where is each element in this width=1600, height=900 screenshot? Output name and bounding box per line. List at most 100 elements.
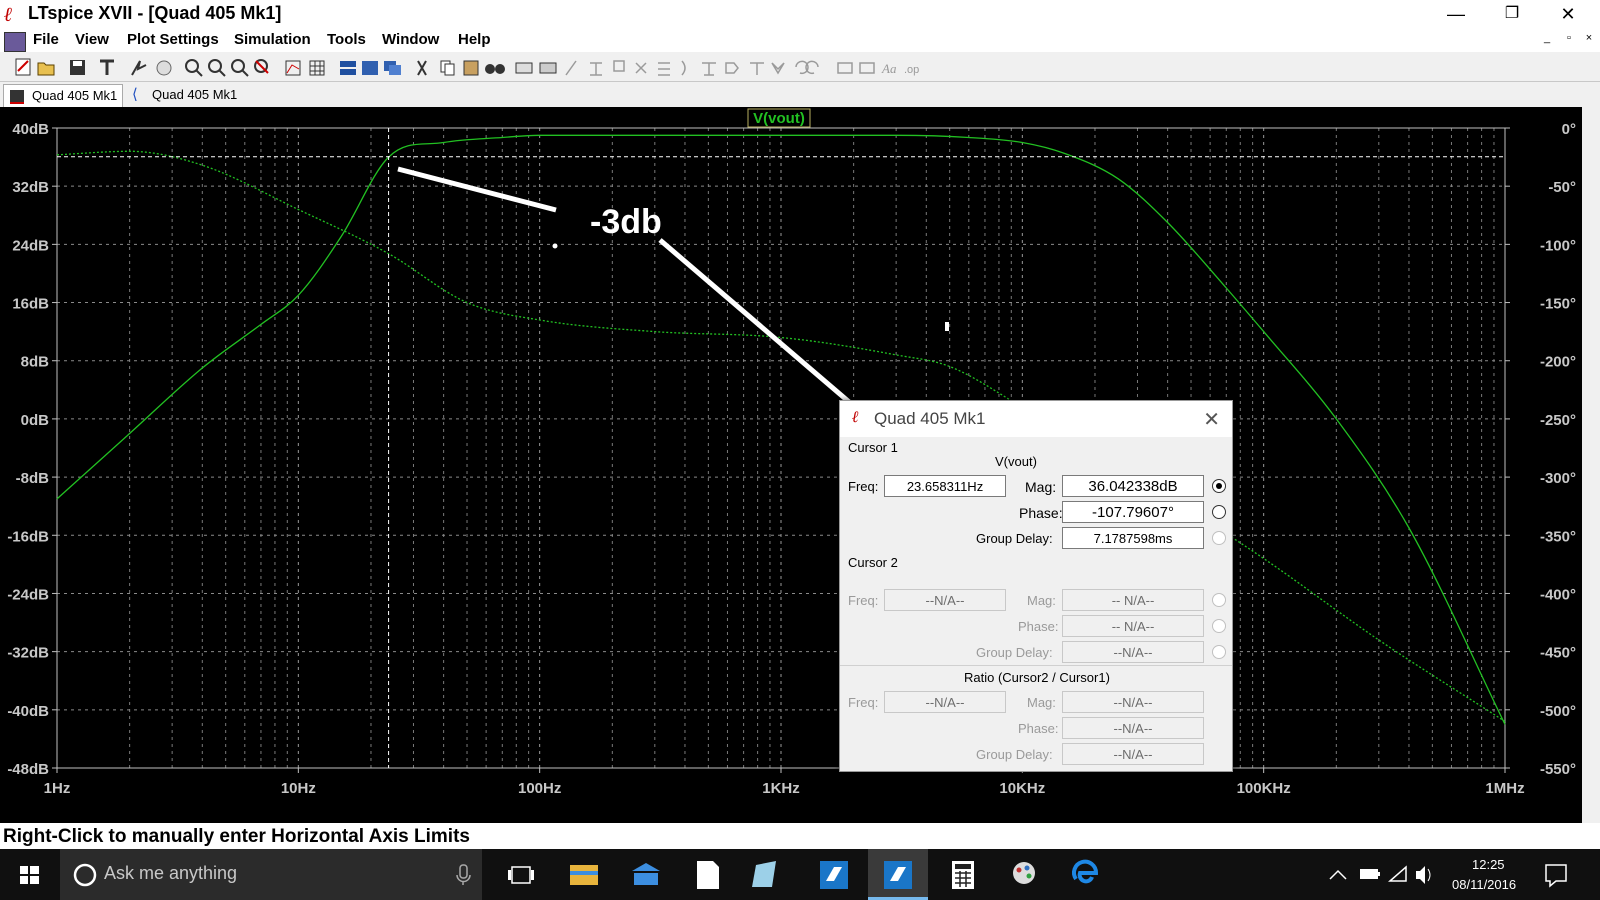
right-tick-label: -150°	[1540, 296, 1576, 313]
ltspice-xvii-icon[interactable]	[884, 861, 912, 889]
minimize-button[interactable]: —	[1428, 0, 1484, 30]
pan-icon[interactable]	[156, 60, 172, 76]
ltspice-iv-icon[interactable]	[820, 861, 848, 889]
zoom-fit-icon[interactable]	[254, 59, 269, 74]
start-icon[interactable]	[20, 866, 39, 884]
zoom-out-icon[interactable]	[231, 59, 249, 77]
battery-icon[interactable]	[1360, 869, 1380, 879]
dialog-close-button[interactable]: ✕	[1203, 407, 1220, 432]
cursor1-label: Cursor 1	[848, 440, 898, 455]
menu-view[interactable]: View	[75, 31, 109, 48]
print-icon[interactable]	[539, 62, 557, 74]
mdi-close-icon[interactable]: ×	[1580, 32, 1598, 48]
trace-label[interactable]: V(vout)	[753, 110, 805, 127]
ratio-label: Ratio (Cursor2 / Cursor1)	[964, 670, 1110, 685]
spice-directive-icon: .op	[904, 64, 919, 76]
close-button[interactable]: ✕	[1540, 0, 1596, 30]
left-tick-label: 8dB	[21, 354, 50, 371]
right-tick-label: -450°	[1540, 645, 1576, 662]
cascade-icon[interactable]	[384, 61, 401, 75]
mdi-restore-icon[interactable]: ▫	[1560, 32, 1578, 48]
group-delay-radio[interactable]	[1212, 531, 1226, 545]
plot-canvas[interactable]: 40dB 32dB 24dB 16dB 8dB 0dB -8dB -16dB -24dB -32d…	[0, 107, 1582, 823]
notes-app-icon[interactable]	[752, 861, 776, 887]
left-tick-label: -8dB	[16, 470, 50, 487]
paste-icon[interactable]	[463, 60, 479, 76]
zoom-area-icon[interactable]	[208, 59, 226, 77]
left-tick-label: 32dB	[12, 179, 49, 196]
wifi-icon[interactable]	[1388, 865, 1407, 882]
calculator-icon[interactable]	[952, 861, 974, 889]
x-axis[interactable]: 1Hz 10Hz 100Hz 1KHz 10KHz 100KHz 1MHz	[44, 768, 1525, 797]
document-icon[interactable]	[4, 32, 26, 52]
open-icon[interactable]	[37, 62, 55, 76]
clock-date[interactable]: 08/11/2016	[1452, 877, 1516, 892]
save-icon[interactable]	[70, 60, 85, 75]
tab-schematic[interactable]: ⟨ Quad 405 Mk1	[126, 84, 244, 106]
cursor1-mag-field[interactable]: 36.042338dB	[1062, 475, 1204, 497]
file-explorer-icon[interactable]	[570, 865, 598, 885]
left-tick-label: 16dB	[12, 296, 49, 313]
vertical-scrollbar[interactable]	[1582, 107, 1600, 823]
document-app-icon[interactable]	[697, 861, 719, 889]
menu-tools[interactable]: Tools	[327, 31, 366, 48]
schematic-icon: ⟨	[132, 86, 138, 103]
tile-vertical-icon[interactable]	[362, 61, 378, 75]
mdi-minimize-icon[interactable]: _	[1538, 32, 1556, 48]
clock-time[interactable]: 12:25	[1472, 857, 1505, 872]
x-tick-label: 100KHz	[1237, 780, 1291, 797]
cursor1-group-delay-field[interactable]: 7.1787598ms	[1062, 527, 1204, 549]
cursor2-group-delay-radio	[1212, 645, 1226, 659]
cursor1-phase-field[interactable]: -107.79607°	[1062, 501, 1204, 523]
x-tick-label: 10Hz	[281, 780, 316, 797]
new-schematic-icon[interactable]	[15, 58, 31, 76]
left-tick-label: -16dB	[7, 528, 49, 545]
mag-radio[interactable]	[1212, 479, 1226, 493]
cursor2-phase-radio	[1212, 619, 1226, 633]
x-tick-label: 10KHz	[999, 780, 1045, 797]
copy-icon[interactable]	[440, 60, 455, 76]
cursor2-mag-label: Mag:	[1027, 593, 1056, 608]
waveform-plot[interactable]: 40dB 32dB 24dB 16dB 8dB 0dB -8dB -16dB -24dB -32d…	[0, 107, 1582, 823]
title-bar: ℓ LTspice XVII - [Quad 405 Mk1] — ❐ ✕	[0, 0, 1600, 30]
control-panel-icon[interactable]	[100, 59, 114, 75]
paint-app-icon[interactable]	[1013, 862, 1035, 884]
status-text: Right-Click to manually enter Horizontal…	[3, 826, 470, 847]
edge-browser-icon[interactable]	[1072, 859, 1099, 884]
autorange-icon[interactable]	[285, 60, 301, 76]
right-tick-label: -350°	[1540, 528, 1576, 545]
zoom-in-icon[interactable]	[185, 59, 203, 77]
window-title: LTspice XVII - [Quad 405 Mk1]	[28, 3, 282, 23]
dialog-title: Quad 405 Mk1	[874, 409, 986, 428]
search-placeholder[interactable]: Ask me anything	[104, 863, 237, 884]
menu-plot-settings[interactable]: Plot Settings	[127, 31, 219, 48]
right-tick-label: -200°	[1540, 354, 1576, 371]
menu-simulation[interactable]: Simulation	[234, 31, 311, 48]
tab-waveform[interactable]: Quad 405 Mk1	[3, 84, 123, 107]
tile-horizontal-icon[interactable]	[340, 61, 356, 75]
show-hidden-icons-icon[interactable]	[1329, 869, 1347, 880]
left-axis[interactable]: 40dB 32dB 24dB 16dB 8dB 0dB -8dB -16dB -24dB -32d…	[7, 121, 57, 778]
ratio-group-delay-field: --N/A--	[1062, 743, 1204, 765]
action-center-icon[interactable]	[1545, 864, 1567, 888]
cut-icon[interactable]	[417, 60, 427, 76]
right-tick-label: -250°	[1540, 412, 1576, 429]
menu-file[interactable]: File	[33, 31, 59, 48]
x-tick-label: 100Hz	[518, 780, 561, 797]
bank-icon[interactable]	[632, 863, 660, 885]
menu-bar: File View Plot Settings Simulation Tools…	[0, 30, 1600, 52]
maximize-button[interactable]: ❐	[1484, 0, 1540, 30]
menu-help[interactable]: Help	[458, 31, 491, 48]
print-preview-icon[interactable]	[515, 62, 533, 74]
run-icon[interactable]	[131, 60, 147, 76]
annotation-text: -3db	[590, 203, 662, 241]
volume-icon[interactable]	[1416, 866, 1431, 884]
menu-window[interactable]: Window	[382, 31, 439, 48]
find-icon[interactable]	[485, 64, 505, 74]
phase-radio[interactable]	[1212, 505, 1226, 519]
ratio-phase-field: --N/A--	[1062, 717, 1204, 739]
task-view-icon[interactable]	[508, 866, 534, 884]
cursor1-freq-field[interactable]: 23.658311Hz	[884, 475, 1006, 497]
right-axis[interactable]: 0° -50° -100° -150° -200° -250° -300° -350° -400…	[1505, 121, 1576, 778]
grid-icon[interactable]	[309, 60, 325, 76]
